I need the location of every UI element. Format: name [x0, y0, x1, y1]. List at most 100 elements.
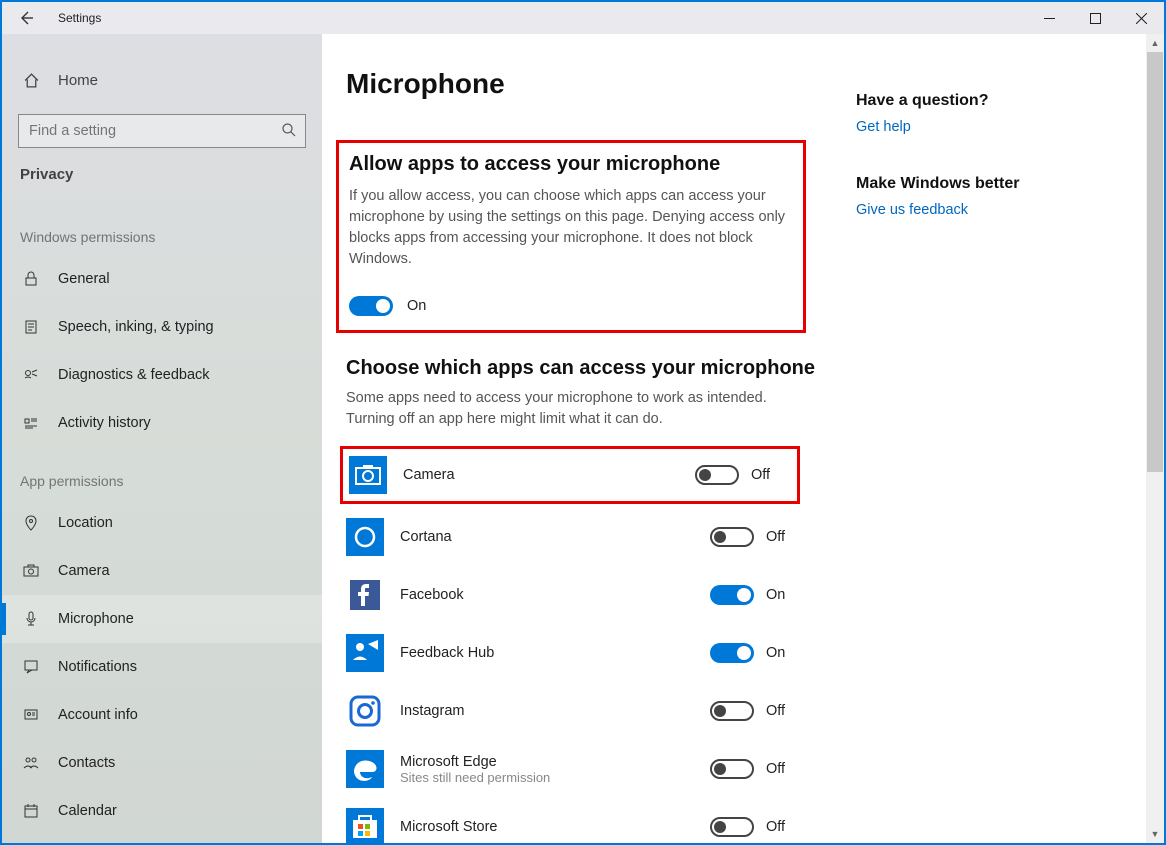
scroll-down-arrow[interactable]: ▼: [1146, 825, 1164, 843]
sidebar-item-account[interactable]: Account info: [2, 691, 322, 739]
notifications-icon: [20, 659, 42, 675]
app-toggle-label: On: [766, 587, 785, 603]
sidebar-item-label: Camera: [58, 563, 110, 579]
app-icon: [346, 634, 384, 672]
sidebar-category: Privacy: [2, 166, 322, 203]
get-help-link[interactable]: Get help: [856, 119, 911, 135]
search-icon: [281, 122, 297, 138]
choose-heading: Choose which apps can access your microp…: [346, 357, 836, 380]
back-button[interactable]: [2, 2, 50, 34]
lock-icon: [20, 271, 42, 287]
app-icon: [346, 750, 384, 788]
app-row: Camera Off: [340, 446, 800, 504]
sidebar-item-notifications[interactable]: Notifications: [2, 643, 322, 691]
app-toggle[interactable]: [710, 585, 754, 605]
clipboard-icon: [20, 319, 42, 335]
app-name: Microsoft Store: [400, 819, 710, 835]
sidebar-item-label: General: [58, 271, 110, 287]
sidebar-item-general[interactable]: General: [2, 255, 322, 303]
sidebar-item-speech[interactable]: Speech, inking, & typing: [2, 303, 322, 351]
app-toggle[interactable]: [695, 465, 739, 485]
window-title: Settings: [58, 11, 101, 25]
app-name: Camera: [403, 467, 695, 483]
maximize-button[interactable]: [1072, 2, 1118, 34]
sidebar-item-activity[interactable]: Activity history: [2, 399, 322, 447]
arrow-left-icon: [18, 10, 34, 26]
aside-panel: Have a question? Get help Make Windows b…: [856, 34, 1146, 843]
app-toggle-label: On: [766, 645, 785, 661]
question-heading: Have a question?: [856, 92, 1122, 110]
app-toggle-label: Off: [766, 761, 785, 777]
sidebar-item-location[interactable]: Location: [2, 499, 322, 547]
minimize-button[interactable]: [1026, 2, 1072, 34]
app-toggle-label: Off: [751, 467, 770, 483]
sidebar-home[interactable]: Home: [2, 56, 322, 104]
app-row: Microsoft EdgeSites still need permissio…: [346, 740, 806, 798]
give-feedback-link[interactable]: Give us feedback: [856, 202, 968, 218]
app-icon: [346, 518, 384, 556]
app-icon: [346, 808, 384, 843]
scroll-thumb[interactable]: [1147, 52, 1163, 472]
app-icon: [349, 456, 387, 494]
sidebar-item-label: Microphone: [58, 611, 134, 627]
group-label-windows-permissions: Windows permissions: [2, 203, 322, 255]
app-toggle-label: Off: [766, 529, 785, 545]
vertical-scrollbar[interactable]: ▲ ▼: [1146, 34, 1164, 843]
sidebar-home-label: Home: [58, 72, 98, 89]
sidebar-item-microphone[interactable]: Microphone: [2, 595, 322, 643]
location-icon: [20, 515, 42, 531]
contacts-icon: [20, 755, 42, 771]
app-toggle[interactable]: [710, 643, 754, 663]
app-name: Cortana: [400, 529, 710, 545]
title-bar: Settings: [2, 2, 1164, 34]
sidebar-item-label: Notifications: [58, 659, 137, 675]
app-row: Cortana Off: [346, 508, 806, 566]
account-icon: [20, 707, 42, 723]
choose-description: Some apps need to access your microphone…: [346, 388, 796, 430]
search-input[interactable]: [18, 114, 306, 148]
sidebar-item-label: Speech, inking, & typing: [58, 319, 214, 335]
app-row: Facebook On: [346, 566, 806, 624]
microphone-icon: [20, 611, 42, 627]
sidebar-item-label: Diagnostics & feedback: [58, 367, 210, 383]
sidebar-item-diagnostics[interactable]: Diagnostics & feedback: [2, 351, 322, 399]
close-button[interactable]: [1118, 2, 1164, 34]
history-icon: [20, 415, 42, 431]
app-row: Microsoft Store Off: [346, 798, 806, 843]
sidebar-item-label: Location: [58, 515, 113, 531]
app-row: Instagram Off: [346, 682, 806, 740]
feedback-heading: Make Windows better: [856, 175, 1122, 193]
app-name: Facebook: [400, 587, 710, 603]
sidebar-item-label: Contacts: [58, 755, 115, 771]
sidebar-item-camera[interactable]: Camera: [2, 547, 322, 595]
maximize-icon: [1090, 13, 1101, 24]
app-toggle[interactable]: [710, 527, 754, 547]
app-name: Microsoft Edge: [400, 754, 710, 770]
main-content: Microphone Allow apps to access your mic…: [322, 34, 856, 843]
app-name: Feedback Hub: [400, 645, 710, 661]
sidebar-item-label: Account info: [58, 707, 138, 723]
allow-toggle[interactable]: [349, 296, 393, 316]
app-icon: [346, 692, 384, 730]
allow-heading: Allow apps to access your microphone: [349, 153, 793, 176]
page-title: Microphone: [346, 68, 836, 100]
feedback-icon: [20, 367, 42, 383]
home-icon: [20, 72, 42, 89]
app-row: Feedback Hub On: [346, 624, 806, 682]
scroll-up-arrow[interactable]: ▲: [1146, 34, 1164, 52]
close-icon: [1136, 13, 1147, 24]
app-toggle-label: Off: [766, 703, 785, 719]
calendar-icon: [20, 803, 42, 819]
sidebar-item-label: Activity history: [58, 415, 151, 431]
app-toggle[interactable]: [710, 817, 754, 837]
app-toggle-label: Off: [766, 819, 785, 835]
sidebar-item-contacts[interactable]: Contacts: [2, 739, 322, 787]
app-toggle[interactable]: [710, 701, 754, 721]
app-toggle[interactable]: [710, 759, 754, 779]
camera-icon: [20, 563, 42, 579]
app-name: Instagram: [400, 703, 710, 719]
sidebar-item-calendar[interactable]: Calendar: [2, 787, 322, 835]
sidebar-item-label: Calendar: [58, 803, 117, 819]
app-icon: [346, 576, 384, 614]
minimize-icon: [1044, 13, 1055, 24]
